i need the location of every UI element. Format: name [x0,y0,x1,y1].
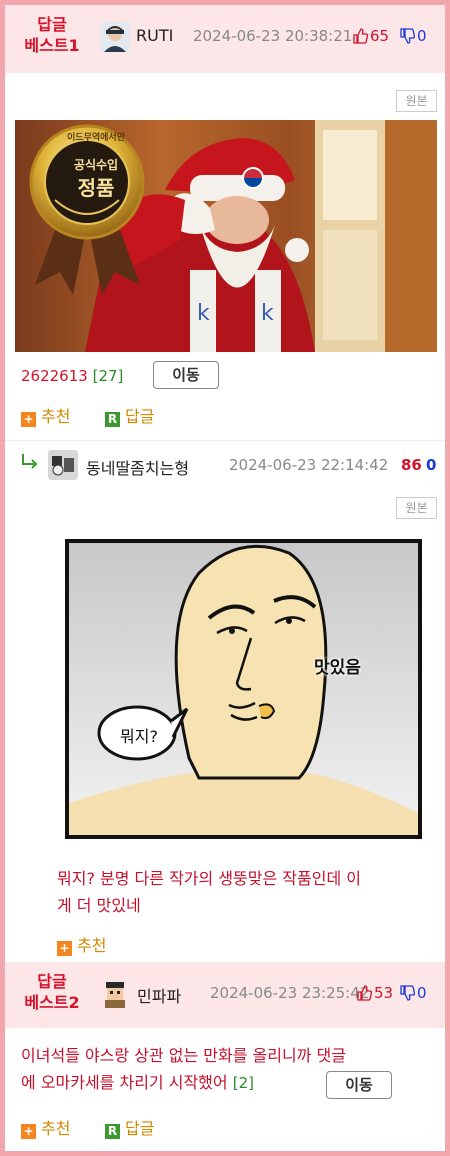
nickname[interactable]: RUTI [136,26,173,45]
avatar[interactable] [48,450,78,480]
comment-line-text: 에 오마카세를 차리기 시작했어 [21,1073,228,1092]
downvote[interactable]: 0 [399,984,427,1002]
badge-line1: 공식수입 [73,158,119,172]
plus-icon: + [21,1124,36,1139]
comment-line: 에 오마카세를 차리기 시작했어 [2] [21,1069,346,1097]
comic-caption: 맛있음 [314,658,361,678]
move-button[interactable]: 이동 [326,1071,392,1099]
nickname[interactable]: 민파파 [137,983,181,1007]
plus-icon: + [57,941,72,956]
recommend-label: 추천 [41,407,71,426]
thumbs-down-icon [400,985,416,1001]
best-label: 답글 베스트2 [24,972,80,1012]
post-image-comic[interactable]: 뭐지? 맛있음 [65,539,422,839]
comment-line: 게 더 맛있네 [57,896,141,915]
upvote[interactable]: 65 [352,27,389,45]
timestamp: 2024-06-23 22:14:42 [229,456,389,474]
avatar[interactable] [100,22,130,52]
best-label: 답글 베스트1 [24,15,80,55]
badge-line2: 정품 [77,176,115,200]
reply-button[interactable]: R 답글 [105,1115,154,1139]
upvote-count: 65 [370,27,390,45]
downvote-count[interactable]: 0 [426,456,436,474]
badge-top-text: 이드무역에서만 [67,133,125,143]
recommend-button[interactable]: + 추천 [21,1115,70,1139]
original-image-button[interactable]: 원본 [396,90,437,112]
reply-arrow-icon [20,453,40,473]
views: 2622613 [21,367,88,385]
best-comment-1-header: 답글 베스트1 RUTI 2024-06-23 20:38:21 65 0 [5,5,445,73]
plus-icon: + [21,412,36,427]
speech-bubble-text: 뭐지? [120,727,158,746]
nickname[interactable]: 동네딸좀치는형 [86,455,189,479]
post-image-santa[interactable]: k k 이드무역에서만 공식수입 정품 [15,120,437,352]
recommend-button[interactable]: + 추천 [21,403,70,427]
downvote[interactable]: 0 [399,27,427,45]
original-image-button[interactable]: 원본 [396,497,437,519]
timestamp: 2024-06-23 20:38:21 [193,27,353,45]
view-count: 2622613 [27] [21,367,123,385]
upvote[interactable]: 53 [356,984,393,1002]
upvote-count: 53 [374,984,394,1002]
thumbs-up-icon [353,28,369,44]
thumbs-up-icon [357,985,373,1001]
recommend-button[interactable]: + 추천 [57,932,106,956]
downvote-count: 0 [417,27,427,45]
comment-body: 이녀석들 야스랑 상관 없는 만화를 올리니까 댓글 에 오마카세를 차리기 시… [21,1042,346,1097]
comment-line: 뭐지? 분명 다른 작가의 생뚱맞은 작품인데 이 [57,869,361,888]
upvote-count[interactable]: 86 [401,456,422,474]
comment-panel: 답글 베스트1 RUTI 2024-06-23 20:38:21 65 0 원본 [5,5,445,1151]
thumbs-down-icon [400,28,416,44]
avatar[interactable] [100,978,130,1008]
reply-label: 답글 [125,1119,155,1138]
recommend-label: 추천 [77,936,107,955]
svg-text:k: k [197,301,210,326]
comment-count: [2] [232,1074,254,1092]
reply-r-icon: R [105,412,120,427]
recommend-label: 추천 [41,1119,71,1138]
best-comment-2-header: 답글 베스트2 민파파 2024-06-23 23:25:42 53 0 [5,962,445,1028]
reply-label: 답글 [125,407,155,426]
divider [5,440,445,441]
comment-count: [27] [92,367,124,385]
comment-line: 이녀석들 야스랑 상관 없는 만화를 올리니까 댓글 [21,1046,346,1065]
reply-button[interactable]: R 답글 [105,403,154,427]
timestamp: 2024-06-23 23:25:42 [210,984,370,1002]
downvote-count: 0 [417,984,427,1002]
comment-body: 뭐지? 분명 다른 작가의 생뚱맞은 작품인데 이 게 더 맛있네 [57,865,361,919]
svg-text:k: k [261,301,274,326]
reply-r-icon: R [105,1124,120,1139]
move-button[interactable]: 이동 [153,361,219,389]
